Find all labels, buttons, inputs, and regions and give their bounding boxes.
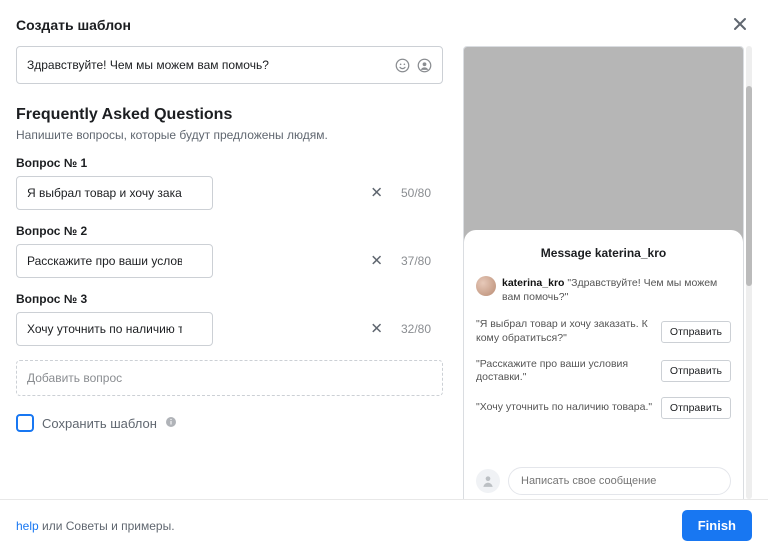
footer-help: help или Советы и примеры. [16,519,175,533]
preview-row-3-text: "Хочу уточнить по наличию товара." [476,401,655,415]
question-3-label: Вопрос № 3 [16,292,443,306]
preview-greeting-user: katerina_kro [502,277,564,289]
question-2-row: ✕ 37/80 [16,244,443,278]
question-3-counter: 32/80 [401,322,443,336]
create-template-modal: Создать шаблон Здравствуйте! Чем мы може… [0,0,768,551]
preview-row-1-send-button[interactable]: Отправить [661,321,731,343]
preview-title-prefix: Message [541,246,592,260]
greeting-icons [394,57,432,73]
info-icon[interactable] [165,416,177,431]
question-1-counter: 50/80 [401,186,443,200]
question-1-row: ✕ 50/80 [16,176,443,210]
question-1-label: Вопрос № 1 [16,156,443,170]
footer-help-rest: или Советы и примеры. [39,519,175,533]
question-2-clear-icon[interactable]: ✕ [370,254,383,269]
greeting-input[interactable]: Здравствуйте! Чем мы можем вам помочь? [16,46,443,84]
preview-title: Message katerina_kro [474,242,733,268]
question-3-input[interactable] [16,312,213,346]
preview-scrollbar[interactable] [746,46,752,499]
preview-row-2-send-button[interactable]: Отправить [661,360,731,382]
preview-message-input[interactable] [508,467,731,495]
close-icon[interactable] [728,12,752,38]
greeting-text: Здравствуйте! Чем мы можем вам помочь? [27,58,394,72]
question-3-clear-icon[interactable]: ✕ [370,322,383,337]
preview-row-3: "Хочу уточнить по наличию товара." Отпра… [474,395,733,421]
question-2-counter: 37/80 [401,254,443,268]
save-template-row: Сохранить шаблон [16,414,443,432]
left-column: Здравствуйте! Чем мы можем вам помочь? F… [16,46,443,499]
question-3-row: ✕ 32/80 [16,312,443,346]
emoji-icon[interactable] [394,57,410,73]
modal-body: Здравствуйте! Чем мы можем вам помочь? F… [0,46,768,499]
modal-footer: help или Советы и примеры. Finish [0,499,768,551]
save-template-checkbox[interactable] [16,414,34,432]
scrollbar-thumb[interactable] [746,86,752,286]
preview-username: katerina_kro [595,246,666,260]
add-question-button[interactable]: Добавить вопрос [16,360,443,396]
faq-subheading: Напишите вопросы, которые будут предложе… [16,128,443,142]
user-icon [476,469,500,493]
preview-row-2-text: "Расскажите про ваши условия доставки." [476,358,655,385]
right-column: Message katerina_kro katerina_kro "Здрав… [463,46,752,499]
preview-input-row [474,461,733,497]
finish-button[interactable]: Finish [682,510,752,541]
question-2-label: Вопрос № 2 [16,224,443,238]
preview-row-1-text: "Я выбрал товар и хочу заказать. К кому … [476,318,655,345]
question-1-input[interactable] [16,176,213,210]
question-1-clear-icon[interactable]: ✕ [370,186,383,201]
preview-greeting: katerina_kro "Здравствуйте! Чем мы можем… [474,276,733,308]
preview-row-1: "Я выбрал товар и хочу заказать. К кому … [474,316,733,347]
faq-heading: Frequently Asked Questions [16,106,443,124]
avatar [476,276,496,296]
person-icon[interactable] [416,57,432,73]
preview-row-3-send-button[interactable]: Отправить [661,397,731,419]
preview-row-2: "Расскажите про ваши условия доставки." … [474,356,733,387]
preview-frame: Message katerina_kro katerina_kro "Здрав… [463,46,744,499]
modal-title: Создать шаблон [16,17,131,33]
save-template-label: Сохранить шаблон [42,416,157,431]
help-link[interactable]: help [16,519,39,533]
preview-sheet: Message katerina_kro katerina_kro "Здрав… [464,230,743,499]
modal-header: Создать шаблон [0,0,768,46]
preview-image-placeholder [464,47,743,242]
question-2-input[interactable] [16,244,213,278]
